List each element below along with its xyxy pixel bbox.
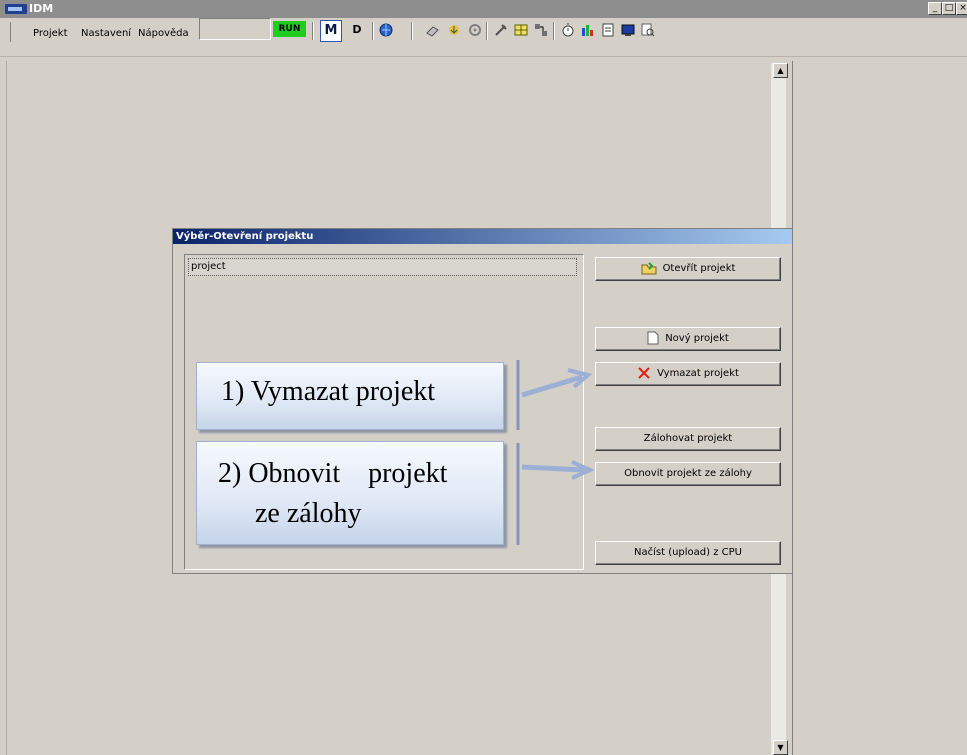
callout-restore-line2: ze zálohy: [255, 498, 362, 529]
document-icon[interactable]: [600, 22, 616, 38]
restore-project-button[interactable]: Obnovit projekt ze zálohy: [595, 462, 781, 486]
open-project-button[interactable]: Otevřít projekt: [595, 257, 781, 281]
toolbar-separator: [372, 22, 374, 40]
scroll-down-icon[interactable]: ▼: [773, 740, 788, 755]
app-logo-icon: [5, 4, 27, 14]
workspace-edge: [6, 61, 7, 755]
minimize-button[interactable]: _: [928, 2, 942, 15]
title-bar: IDM _ □ ×: [0, 0, 967, 18]
callout-restore: 2) Obnovit projekt ze zálohy: [196, 441, 504, 545]
menu-bar: Projekt Nastavení Nápověda: [10, 22, 196, 42]
toolbar-separator: [411, 22, 413, 40]
window-title: IDM: [29, 2, 54, 15]
download-icon[interactable]: [446, 22, 462, 38]
delete-project-button[interactable]: Vymazat projekt: [595, 362, 781, 386]
stopwatch-icon[interactable]: [560, 22, 576, 38]
arrow-to-delete: [521, 374, 583, 398]
menu-projekt[interactable]: Projekt: [33, 28, 68, 39]
eraser-icon[interactable]: [425, 22, 441, 38]
folder-open-icon: [641, 258, 657, 280]
mode-m-button[interactable]: M: [320, 20, 342, 42]
chart-icon[interactable]: [580, 22, 596, 38]
maximize-button[interactable]: □: [942, 2, 956, 15]
tools-icon[interactable]: [493, 22, 509, 38]
grid-icon[interactable]: [513, 22, 529, 38]
toolbar-separator: [312, 22, 314, 40]
network-icon[interactable]: [533, 22, 549, 38]
backup-project-button[interactable]: Zálohovat projekt: [595, 427, 781, 451]
mode-d-button[interactable]: D: [349, 22, 365, 38]
globe-icon[interactable]: [378, 22, 394, 38]
list-item[interactable]: project: [188, 258, 577, 276]
delete-x-icon: [637, 363, 651, 385]
menu-napoveda[interactable]: Nápověda: [138, 28, 189, 39]
run-status-badge[interactable]: RUN: [273, 21, 306, 37]
dialog-title: Výběr-Otevření projektu: [173, 229, 792, 244]
callout-delete-text: 1) Vymazat projekt: [221, 376, 436, 407]
find-icon[interactable]: [640, 22, 656, 38]
upload-from-cpu-button[interactable]: Načíst (upload) z CPU: [595, 541, 781, 565]
callout-delete: 1) Vymazat projekt: [196, 362, 504, 430]
new-document-icon: [647, 328, 659, 350]
menu-nastaveni[interactable]: Nastavení: [81, 28, 131, 39]
monitor-icon[interactable]: [620, 22, 636, 38]
toolbar-separator: [553, 22, 555, 40]
scroll-up-icon[interactable]: ▲: [773, 63, 788, 78]
new-project-label: Nový projekt: [665, 333, 729, 344]
arrow-to-restore: [521, 464, 585, 473]
toolbar-separator: [486, 22, 488, 40]
open-project-label: Otevřít projekt: [662, 263, 736, 274]
close-button[interactable]: ×: [956, 2, 967, 15]
right-panel: [792, 61, 967, 755]
status-field: [199, 18, 271, 40]
new-project-button[interactable]: Nový projekt: [595, 327, 781, 351]
gear-icon[interactable]: [467, 22, 483, 38]
callout-restore-line1: 2) Obnovit projekt: [218, 458, 448, 489]
callout-arrows: [516, 360, 595, 545]
delete-project-label: Vymazat projekt: [657, 368, 739, 379]
toolbar: Projekt Nastavení Nápověda RUN M D: [0, 18, 967, 57]
